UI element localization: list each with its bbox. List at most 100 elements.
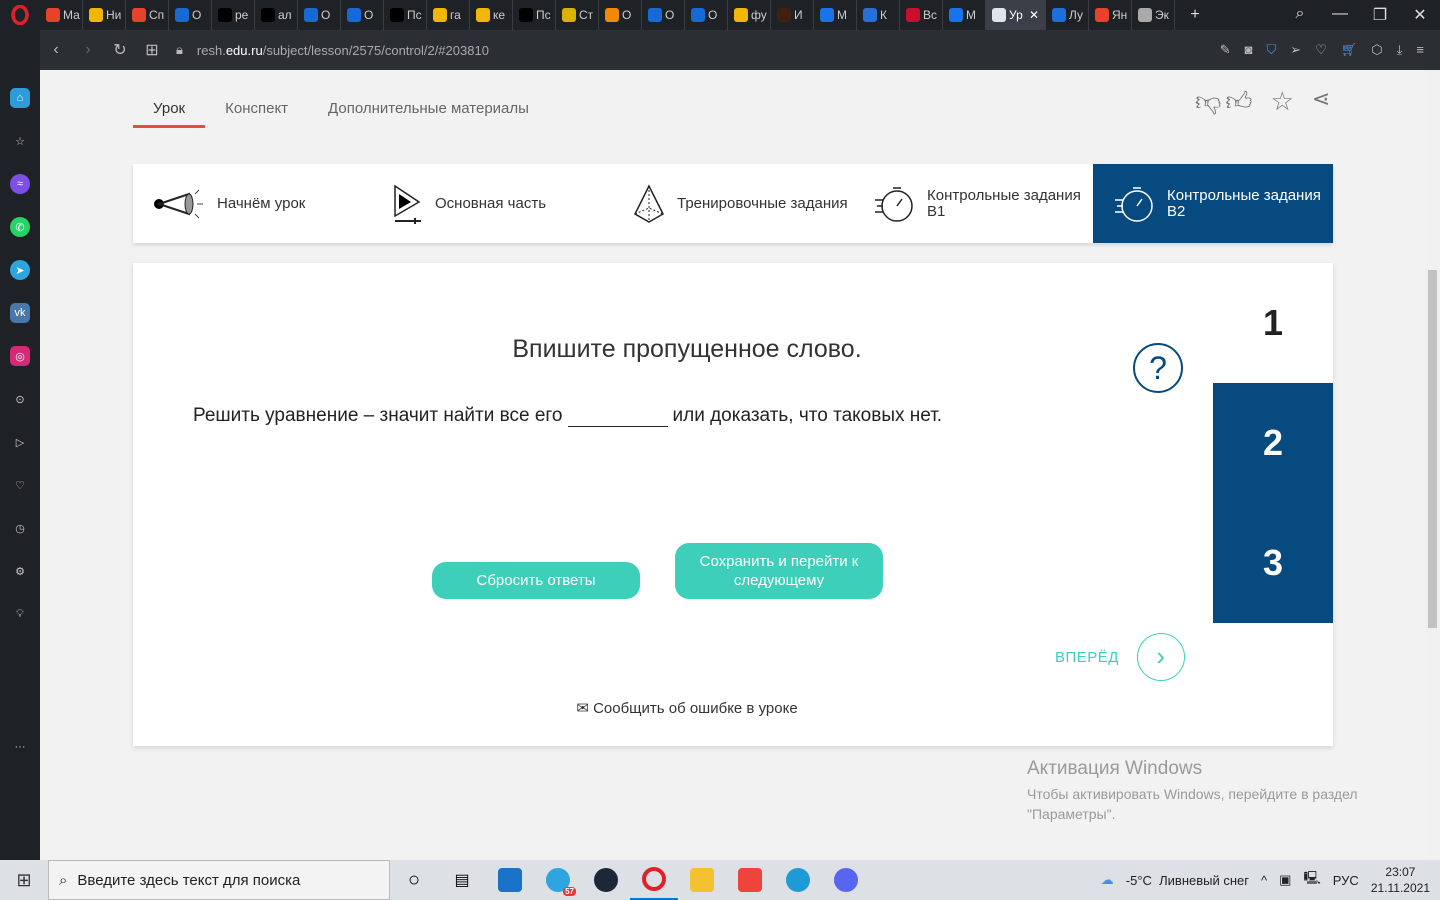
close-window-button[interactable]: ✕ — [1400, 5, 1440, 25]
more-icon[interactable]: ··· — [10, 737, 30, 757]
answer-input[interactable] — [567, 401, 668, 427]
instagram-icon[interactable]: ◎ — [10, 346, 30, 366]
heart-icon[interactable]: ♡ — [1315, 42, 1327, 58]
opera-logo-icon[interactable] — [0, 5, 40, 25]
browser-tab[interactable]: Ян — [1089, 0, 1132, 30]
cortana-icon[interactable]: ○ — [390, 860, 438, 900]
shield-icon[interactable]: ⛉ — [1266, 42, 1276, 58]
weather-icon[interactable]: ☁ — [1101, 872, 1114, 888]
reload-button[interactable]: ↻ — [104, 40, 136, 60]
back-button[interactable]: ‹ — [40, 41, 72, 59]
telegram-icon[interactable]: 57 — [534, 860, 582, 900]
step-control-b1[interactable]: Контрольные задания В1 — [853, 164, 1093, 243]
messenger-icon[interactable]: ≈ — [10, 174, 30, 194]
step-main[interactable]: Основная часть — [373, 164, 613, 243]
star-icon[interactable]: ☆ — [10, 131, 30, 151]
like-icon[interactable]: 👍︎ — [1225, 86, 1252, 117]
download-icon[interactable]: ⤓ — [1397, 42, 1403, 58]
step-control-b2[interactable]: Контрольные задания В2 — [1093, 164, 1333, 243]
camera-icon[interactable]: ◙ — [1245, 42, 1253, 58]
browser-tab[interactable]: О — [599, 0, 642, 30]
reset-answers-button[interactable]: Сбросить ответы — [432, 562, 640, 599]
heart-icon[interactable]: ♡ — [10, 475, 30, 495]
send-icon[interactable]: ▷ — [10, 432, 30, 452]
url-field[interactable]: resh.edu.ru/subject/lesson/2575/control/… — [197, 43, 489, 58]
browser-tab[interactable]: М — [814, 0, 857, 30]
edit-icon[interactable]: ✎ — [1220, 42, 1231, 58]
opera-icon[interactable] — [630, 860, 678, 900]
weather-text[interactable]: -5°C Ливневый снег — [1126, 873, 1249, 888]
cube-icon[interactable]: ⬡ — [1371, 42, 1382, 58]
browser-tab[interactable]: Вс — [900, 0, 943, 30]
forward-button[interactable]: › — [72, 41, 104, 59]
question-number-2[interactable]: 2 — [1213, 383, 1333, 503]
close-tab-icon[interactable]: ✕ — [1029, 8, 1045, 22]
question-number-3[interactable]: 3 — [1213, 503, 1333, 623]
browser-tab[interactable]: фу — [728, 0, 771, 30]
chevron-up-icon[interactable]: ^ — [1261, 873, 1267, 888]
help-button[interactable]: ? — [1133, 343, 1183, 393]
vk-icon[interactable]: vk — [10, 303, 30, 323]
step-training[interactable]: Тренировочные задания — [613, 164, 853, 243]
browser-tab[interactable]: ре — [212, 0, 255, 30]
taskbar-search[interactable]: ⌕ Введите здесь текст для поиска — [48, 860, 390, 900]
steam-icon[interactable] — [582, 860, 630, 900]
browser-tab[interactable]: Ма — [40, 0, 83, 30]
discord-icon[interactable] — [822, 860, 870, 900]
browser-tab[interactable]: ал — [255, 0, 298, 30]
browser-tab[interactable]: га — [427, 0, 470, 30]
browser-tab[interactable]: Ст — [556, 0, 599, 30]
browser-tab[interactable]: Пс — [384, 0, 427, 30]
tips-icon[interactable]: 💡︎ — [10, 604, 30, 624]
send-icon[interactable]: ➢ — [1290, 42, 1301, 58]
browser-tab[interactable]: Сп — [126, 0, 169, 30]
speed-dial-icon[interactable]: ⊞ — [136, 40, 168, 60]
app-tray-icon[interactable]: ▣ — [1279, 872, 1291, 888]
task-view-icon[interactable]: ▤ — [438, 860, 486, 900]
settings-icon[interactable]: ⚙ — [10, 561, 30, 581]
player-icon[interactable]: ⊙ — [10, 389, 30, 409]
question-number-1[interactable]: 1 — [1213, 263, 1333, 383]
minimize-button[interactable]: — — [1320, 5, 1360, 25]
browser-tab[interactable]: М — [943, 0, 986, 30]
restore-button[interactable]: ❐ — [1360, 5, 1400, 25]
clock[interactable]: 23:07 21.11.2021 — [1371, 864, 1430, 896]
history-icon[interactable]: ◷ — [10, 518, 30, 538]
language-indicator[interactable]: РУС — [1333, 873, 1359, 888]
browser-tab[interactable]: К — [857, 0, 900, 30]
mail-icon[interactable] — [486, 860, 534, 900]
save-next-button[interactable]: Сохранить и перейти к следующему — [675, 543, 883, 599]
browser-tab[interactable]: Пс — [513, 0, 556, 30]
file-explorer-icon[interactable] — [678, 860, 726, 900]
browser-tab[interactable]: О — [685, 0, 728, 30]
menu-icon[interactable]: ≡ — [1416, 42, 1424, 58]
browser-tab[interactable]: О — [169, 0, 212, 30]
home-icon[interactable]: ⌂ — [10, 88, 30, 108]
step-start[interactable]: Начнём урок — [133, 164, 373, 243]
new-tab-button[interactable]: + — [1175, 6, 1215, 24]
network-icon[interactable]: 🖳︎ — [1303, 869, 1320, 891]
search-tabs-icon[interactable]: ⌕ — [1280, 5, 1320, 25]
tab-lesson[interactable]: Урок — [133, 90, 206, 128]
browser-tab[interactable]: О — [341, 0, 384, 30]
report-error-link[interactable]: ✉ Сообщить об ошибке в уроке — [133, 699, 1241, 717]
start-button[interactable]: ⊞ — [0, 870, 48, 891]
browser-tab[interactable]: И — [771, 0, 814, 30]
dislike-icon[interactable]: 👎︎ — [1195, 86, 1221, 117]
anydesk-icon[interactable] — [726, 860, 774, 900]
browser-tab[interactable]: О — [298, 0, 341, 30]
browser-tab[interactable]: ке — [470, 0, 513, 30]
share-icon[interactable]: ⋖ — [1312, 86, 1330, 117]
scrollbar-thumb[interactable] — [1428, 270, 1437, 628]
browser-tab[interactable]: О — [642, 0, 685, 30]
tab-summary[interactable]: Конспект — [205, 90, 308, 128]
cart-icon[interactable]: 🛒︎ — [1341, 42, 1358, 58]
browser-tab[interactable]: Ни — [83, 0, 126, 30]
edge-icon[interactable] — [774, 860, 822, 900]
forward-button[interactable]: ВПЕРЁД › — [1055, 633, 1185, 681]
telegram-icon[interactable]: ➤ — [10, 260, 30, 280]
tab-materials[interactable]: Дополнительные материалы — [308, 90, 549, 128]
browser-tab[interactable]: Эк — [1132, 0, 1175, 30]
whatsapp-icon[interactable]: ✆ — [10, 217, 30, 237]
browser-tab[interactable]: Ур ✕ — [986, 0, 1046, 30]
